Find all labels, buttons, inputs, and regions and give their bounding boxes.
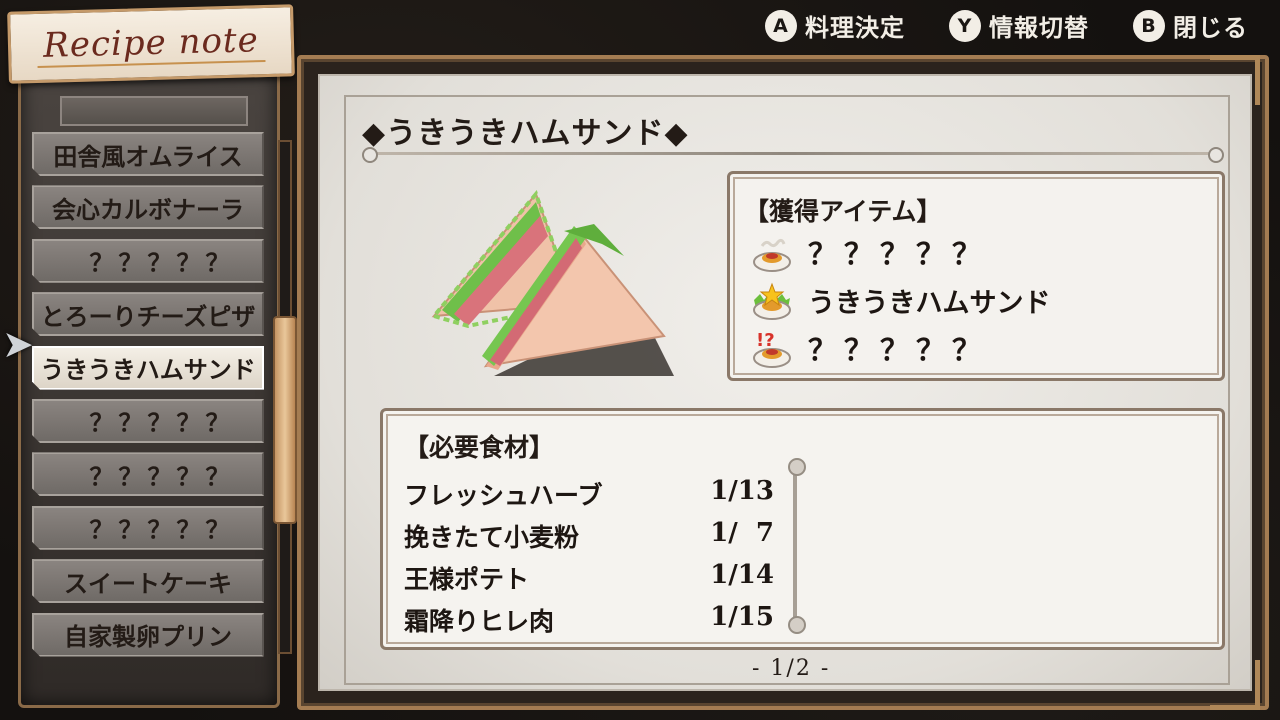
ingredient-qty: 1/15 [710,602,774,632]
reward-item-name: ？？？？？ [808,333,989,367]
recipe-item[interactable]: スイートケーキ [32,559,264,603]
recipe-item-unknown[interactable]: ？？？？？ [32,239,264,283]
ingredient-qty: 1/13 [710,476,774,506]
recipe-note-title-tag: Recipe note [7,4,295,84]
reward-item-row: ？？？？？ [750,230,988,274]
list-top-slot [60,96,248,126]
star-dish-icon [753,282,791,320]
recipe-item[interactable]: 自家製卵プリン [32,613,264,657]
recipe-item[interactable]: 田舎風オムライス [32,132,264,176]
reward-item-row: !? ？？？？？ [750,326,988,370]
ingredient-row: 王様ポテト 1/14 [404,560,774,596]
hint-cook-label: 料理決定 [805,14,905,42]
ingredients-heading: 【必要食材】 [404,433,555,462]
recipe-item-selected[interactable]: うきうきハムサンド [32,346,264,390]
hint-switch-info[interactable]: Y 情報切替 [949,8,1089,43]
ingredient-name: フレッシュハーブ [404,481,603,510]
steaming-dish-icon [753,238,791,272]
surprise-dish-icon: !? [753,330,791,368]
page-indicator: - 1/2 - [752,656,831,681]
b-button-icon: B [1133,9,1165,42]
recipe-title: ◆うきうきハムサンド◆ [362,116,689,151]
recipe-note-title: Recipe note [36,20,266,68]
reward-item-row: うきうきハムサンド [750,278,1050,322]
recipe-item[interactable]: 会心カルボナーラ [32,185,264,229]
recipe-item-unknown[interactable]: ？？？？？ [32,506,264,550]
recipe-item-unknown[interactable]: ？？？？？ [32,399,264,443]
reward-item-name: うきうきハムサンド [808,287,1051,319]
reward-items-heading: 【獲得アイテム】 [744,197,942,226]
list-scrollbar-thumb[interactable] [273,316,297,524]
button-hints: A 料理決定 Y 情報切替 B 閉じる [765,8,1248,43]
hint-close[interactable]: B 閉じる [1133,8,1248,43]
ingredient-qty: 1/ 7 [710,518,774,548]
hint-switch-info-label: 情報切替 [989,14,1089,42]
a-button-icon: A [765,9,797,42]
corner-ornament-icon [1210,55,1260,105]
ham-sandwich-image [430,190,674,376]
ingredient-name: 王様ポテト [404,565,530,594]
selection-cursor-icon: ➤ [2,322,34,366]
ingredient-row: 霜降りヒレ肉 1/15 [404,602,774,638]
ingredients-scrollbar[interactable] [788,458,806,634]
reward-item-name: ？？？？？ [808,237,989,271]
svg-text:!?: !? [756,330,775,351]
recipe-item-unknown[interactable]: ？？？？？ [32,452,264,496]
recipe-list: 田舎風オムライス 会心カルボナーラ ？？？？？ とろーりチーズピザ うきうきハム… [32,132,264,666]
corner-ornament-icon [1210,660,1260,710]
hint-cook[interactable]: A 料理決定 [765,8,905,43]
ingredient-row: 挽きたて小麦粉 1/ 7 [404,518,774,554]
ingredient-name: 霜降りヒレ肉 [404,607,555,636]
hint-close-label: 閉じる [1173,14,1248,42]
recipe-item[interactable]: とろーりチーズピザ [32,292,264,336]
ingredient-name: 挽きたて小麦粉 [404,523,580,552]
title-divider [362,147,1224,163]
y-button-icon: Y [949,9,981,42]
ingredient-qty: 1/14 [710,560,774,590]
ingredient-row: フレッシュハーブ 1/13 [404,476,774,512]
